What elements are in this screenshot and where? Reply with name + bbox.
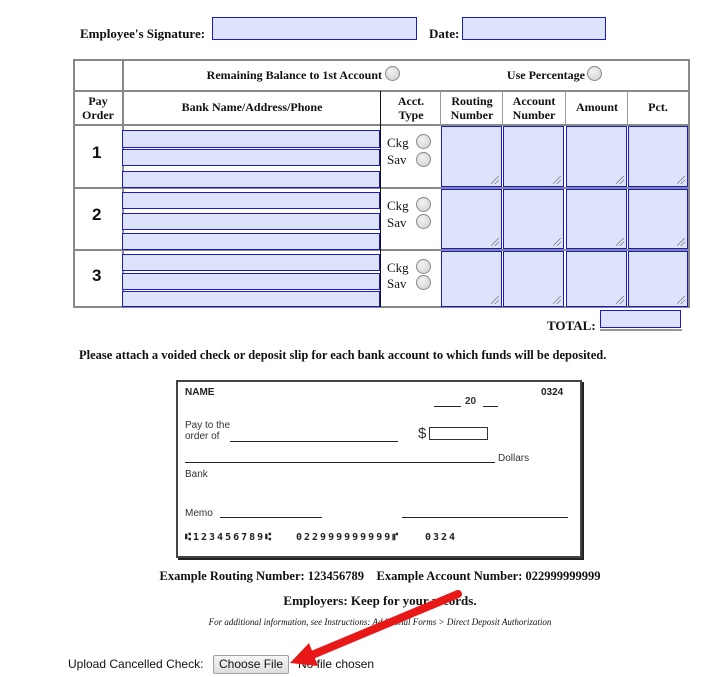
arrow-shaft <box>308 590 462 659</box>
red-arrow-annotation <box>290 590 462 666</box>
